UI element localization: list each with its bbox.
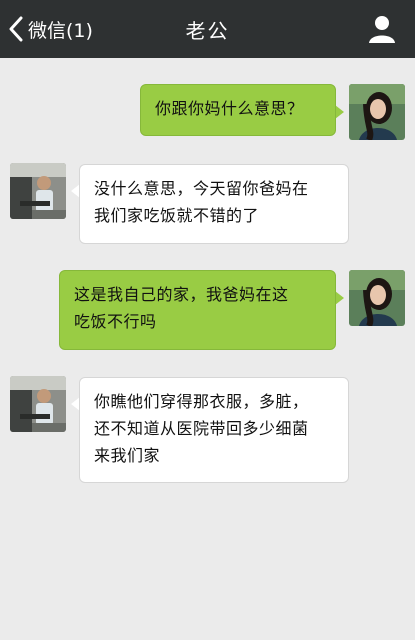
contact-avatar[interactable] bbox=[10, 376, 66, 432]
message-outgoing[interactable]: 这是我自己的家，我爸妈在这 吃饭不行吗 bbox=[59, 270, 336, 350]
bubble-tail bbox=[335, 105, 344, 119]
profile-button[interactable] bbox=[367, 14, 397, 44]
chat-title: 老公 bbox=[185, 19, 230, 43]
person-icon bbox=[369, 16, 395, 43]
message-line: 来我们家 bbox=[94, 446, 161, 465]
message-line: 吃饭不行吗 bbox=[74, 312, 157, 331]
contact-avatar[interactable] bbox=[10, 163, 66, 219]
message-incoming[interactable]: 你瞧他们穿得那衣服，多脏， 还不知道从医院带回多少细菌 来我们家 bbox=[79, 377, 349, 483]
self-avatar[interactable] bbox=[349, 84, 405, 140]
bubble-tail bbox=[335, 291, 344, 305]
message-line: 我们家吃饭就不错的了 bbox=[94, 206, 260, 225]
message-line: 这是我自己的家，我爸妈在这 bbox=[74, 285, 289, 304]
chat-area[interactable]: 你跟你妈什么意思？ 没什么意思，今天留你爸妈在 我们家吃饭就不错的了 这是我自己… bbox=[0, 58, 415, 640]
self-avatar[interactable] bbox=[349, 270, 405, 326]
message-line: 你瞧他们穿得那衣服，多脏， bbox=[94, 392, 309, 411]
message-text: 你跟你妈什么意思？ bbox=[155, 99, 304, 118]
message-line: 还不知道从医院带回多少细菌 bbox=[94, 419, 309, 438]
message-incoming[interactable]: 没什么意思，今天留你爸妈在 我们家吃饭就不错的了 bbox=[79, 164, 349, 244]
message-line: 没什么意思，今天留你爸妈在 bbox=[94, 179, 309, 198]
navigation-bar: 微信(1) 老公 bbox=[0, 0, 415, 58]
message-outgoing[interactable]: 你跟你妈什么意思？ bbox=[140, 84, 336, 136]
